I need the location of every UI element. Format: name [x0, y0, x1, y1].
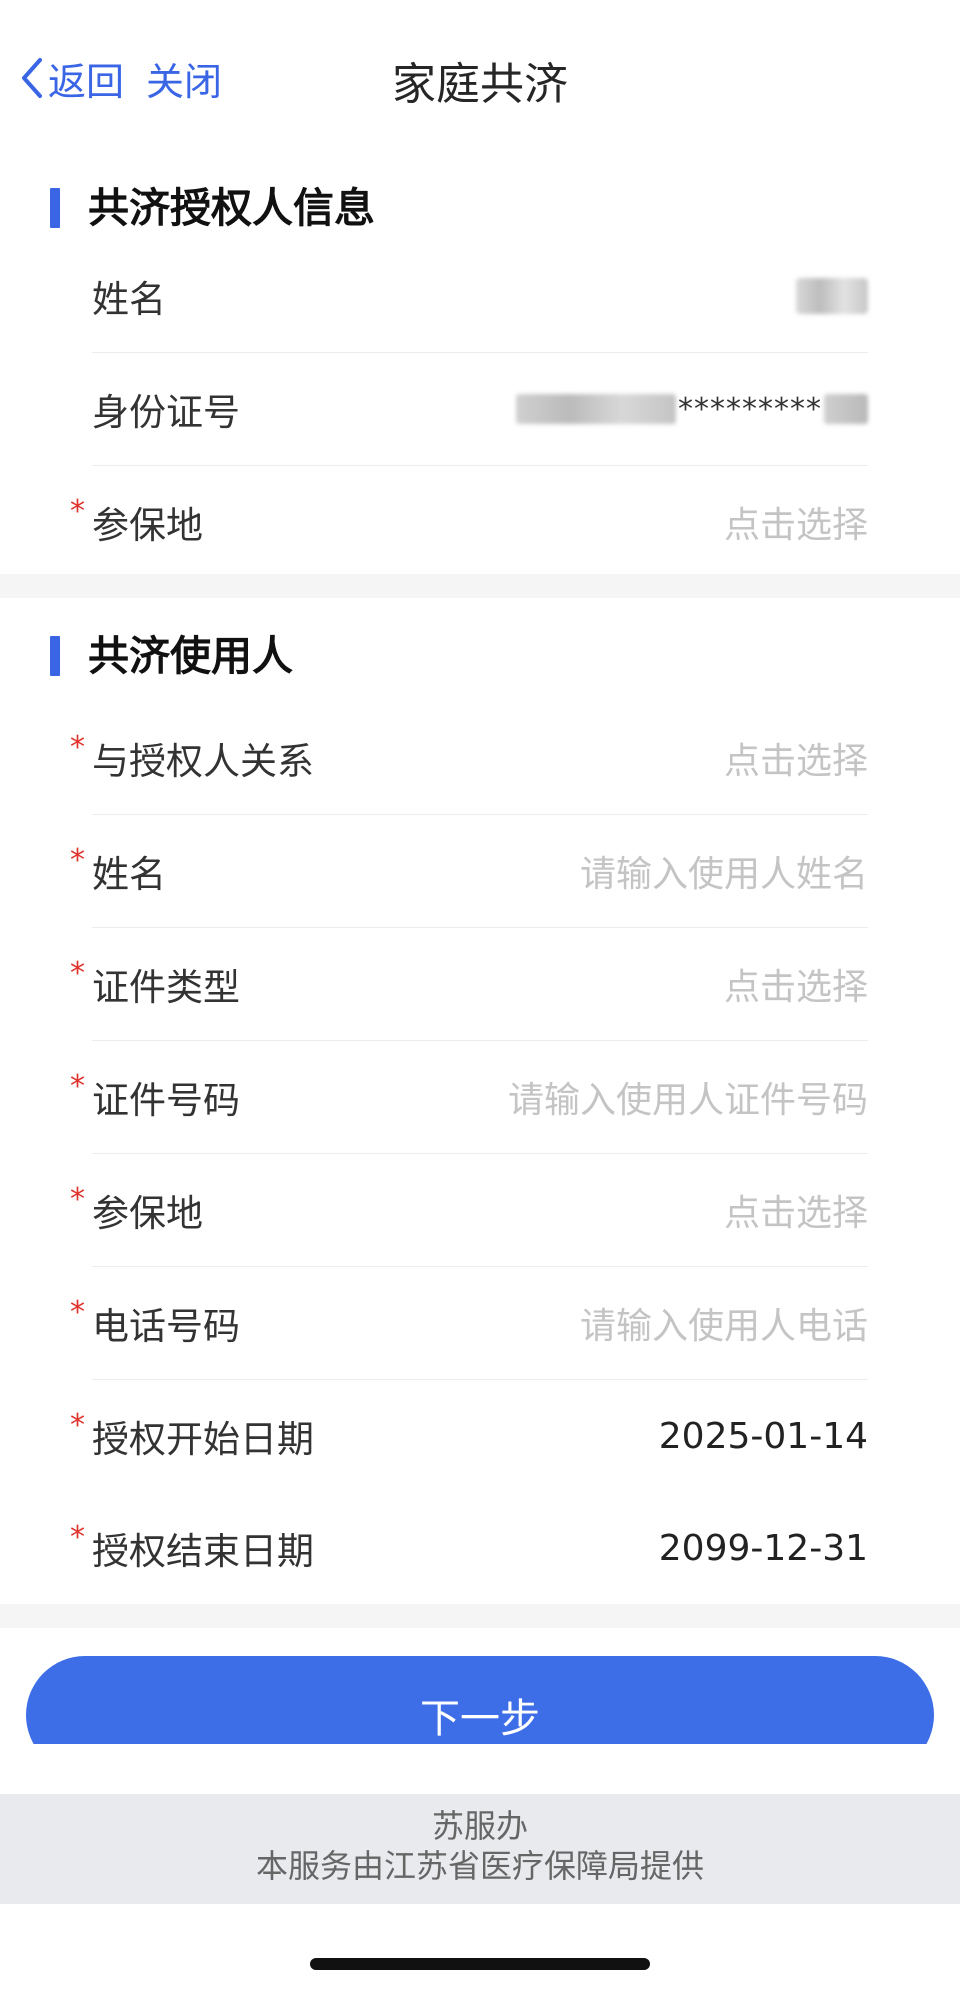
masked-id-suffix [824, 394, 868, 424]
id-stars: ********* [678, 391, 822, 427]
row-label: 授权结束日期 [92, 1530, 314, 1573]
authorizer-name-row: 姓名 [92, 240, 868, 353]
button-mask [0, 1744, 960, 1794]
footer-provider: 本服务由江苏省医疗保障局提供 [255, 1847, 704, 1885]
end-date-value[interactable]: 2099-12-31 [659, 1528, 868, 1569]
start-date-value[interactable]: 2025-01-14 [659, 1416, 868, 1457]
required-mark: * [70, 1408, 85, 1443]
authorizer-insured-place-row[interactable]: * 参保地 点击选择 [70, 466, 868, 578]
home-indicator [310, 1958, 650, 1970]
user-section: 共济使用人 * 与授权人关系 点击选择 * 姓名 请输入使用人姓名 * 证件类型… [0, 598, 960, 1604]
id-number-input[interactable]: 请输入使用人证件号码 [508, 1071, 868, 1123]
start-date-row[interactable]: * 授权开始日期 2025-01-14 [70, 1380, 868, 1492]
row-label: 证件号码 [92, 1079, 240, 1122]
section-title: 共济授权人信息 [88, 184, 375, 232]
authorizer-section: 共济授权人信息 姓名 身份证号 ********* * 参保地 点击选择 [0, 150, 960, 578]
phone-row[interactable]: * 电话号码 请输入使用人电话 [70, 1267, 868, 1380]
required-mark: * [70, 956, 85, 991]
row-label: 授权开始日期 [92, 1418, 314, 1461]
phone-input[interactable]: 请输入使用人电话 [580, 1297, 868, 1349]
relation-row[interactable]: * 与授权人关系 点击选择 [70, 702, 868, 815]
user-name-row[interactable]: * 姓名 请输入使用人姓名 [70, 815, 868, 928]
row-label: 姓名 [92, 853, 166, 896]
id-type-row[interactable]: * 证件类型 点击选择 [70, 928, 868, 1041]
section-divider [0, 574, 960, 598]
required-mark: * [70, 1182, 85, 1217]
relation-select[interactable]: 点击选择 [724, 732, 868, 784]
section-accent-bar [50, 636, 60, 676]
user-name-input[interactable]: 请输入使用人姓名 [580, 845, 868, 897]
required-mark: * [70, 730, 85, 765]
page-title: 家庭共济 [392, 59, 568, 110]
id-type-select[interactable]: 点击选择 [724, 958, 868, 1010]
masked-id-value: ********* [516, 392, 868, 427]
row-label: 参保地 [92, 1192, 203, 1235]
authorizer-id-row: 身份证号 ********* [92, 353, 868, 466]
user-insured-place-row[interactable]: * 参保地 点击选择 [70, 1154, 868, 1267]
masked-id-prefix [516, 394, 676, 424]
row-label: 电话号码 [92, 1305, 240, 1348]
masked-name-value [796, 278, 868, 314]
required-mark: * [70, 843, 85, 878]
row-label: 证件类型 [92, 966, 240, 1009]
user-insured-place-select[interactable]: 点击选择 [724, 1184, 868, 1236]
row-label: 与授权人关系 [92, 740, 314, 783]
end-date-row[interactable]: * 授权结束日期 2099-12-31 [70, 1492, 868, 1604]
section-divider [0, 1604, 960, 1628]
nav-bar: 返回 关闭 家庭共济 [0, 0, 960, 150]
footer: 苏服办 本服务由江苏省医疗保障局提供 [0, 1794, 960, 1904]
required-mark: * [70, 1069, 85, 1104]
section-accent-bar [50, 188, 60, 228]
footer-brand: 苏服办 [431, 1807, 528, 1845]
insured-place-select[interactable]: 点击选择 [724, 496, 868, 548]
row-label: 身份证号 [92, 391, 240, 434]
required-mark: * [70, 494, 85, 529]
row-label: 参保地 [92, 504, 203, 547]
section-title: 共济使用人 [88, 632, 293, 680]
row-label: 姓名 [92, 278, 166, 321]
required-mark: * [70, 1520, 85, 1555]
id-number-row[interactable]: * 证件号码 请输入使用人证件号码 [70, 1041, 868, 1154]
required-mark: * [70, 1295, 85, 1330]
